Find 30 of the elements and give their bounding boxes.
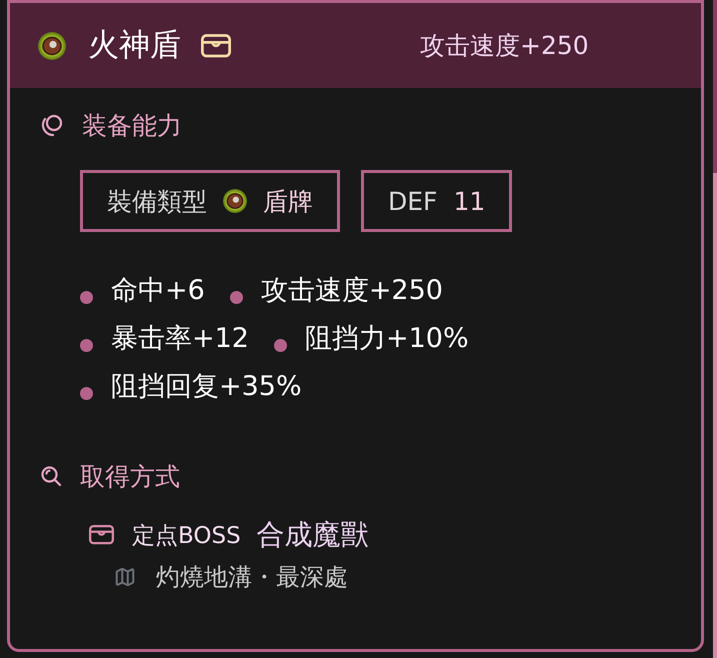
map-icon	[114, 566, 136, 588]
chip-label: 裝備類型	[107, 186, 207, 218]
wallet-icon	[201, 32, 231, 58]
section-title: 取得方式	[80, 460, 180, 492]
bullet-icon	[230, 290, 243, 304]
stat-text: 阻挡回复+35%	[111, 370, 302, 404]
section-title: 装备能力	[82, 110, 182, 142]
shield-icon	[223, 189, 247, 213]
scrollbar-thumb[interactable]	[713, 0, 717, 173]
source-name: 合成魔獸	[256, 517, 369, 553]
swirl-icon	[40, 113, 64, 137]
stat-text: 命中+6	[111, 274, 205, 308]
scrollbar-track[interactable]	[713, 0, 717, 658]
bullet-icon	[274, 338, 287, 352]
chip-value: 盾牌	[263, 186, 313, 218]
stat-text: 暴击率+12	[111, 322, 249, 356]
search-icon	[40, 465, 62, 487]
wallet-icon	[89, 524, 114, 546]
chip-label: DEF	[388, 186, 438, 216]
source-type: 定点BOSS	[132, 522, 241, 550]
item-title: 火神盾	[88, 26, 181, 64]
header-stat: 攻击速度+250	[420, 30, 589, 62]
bullet-icon	[80, 386, 93, 400]
chip-value: 11	[453, 186, 486, 216]
location-text: 灼燒地溝・最深處	[156, 562, 348, 593]
stat-text: 阻挡力+10%	[304, 322, 469, 356]
shield-icon	[38, 32, 66, 60]
stat-text: 攻击速度+250	[260, 274, 443, 308]
bullet-icon	[80, 290, 93, 304]
bullet-icon	[80, 338, 93, 352]
